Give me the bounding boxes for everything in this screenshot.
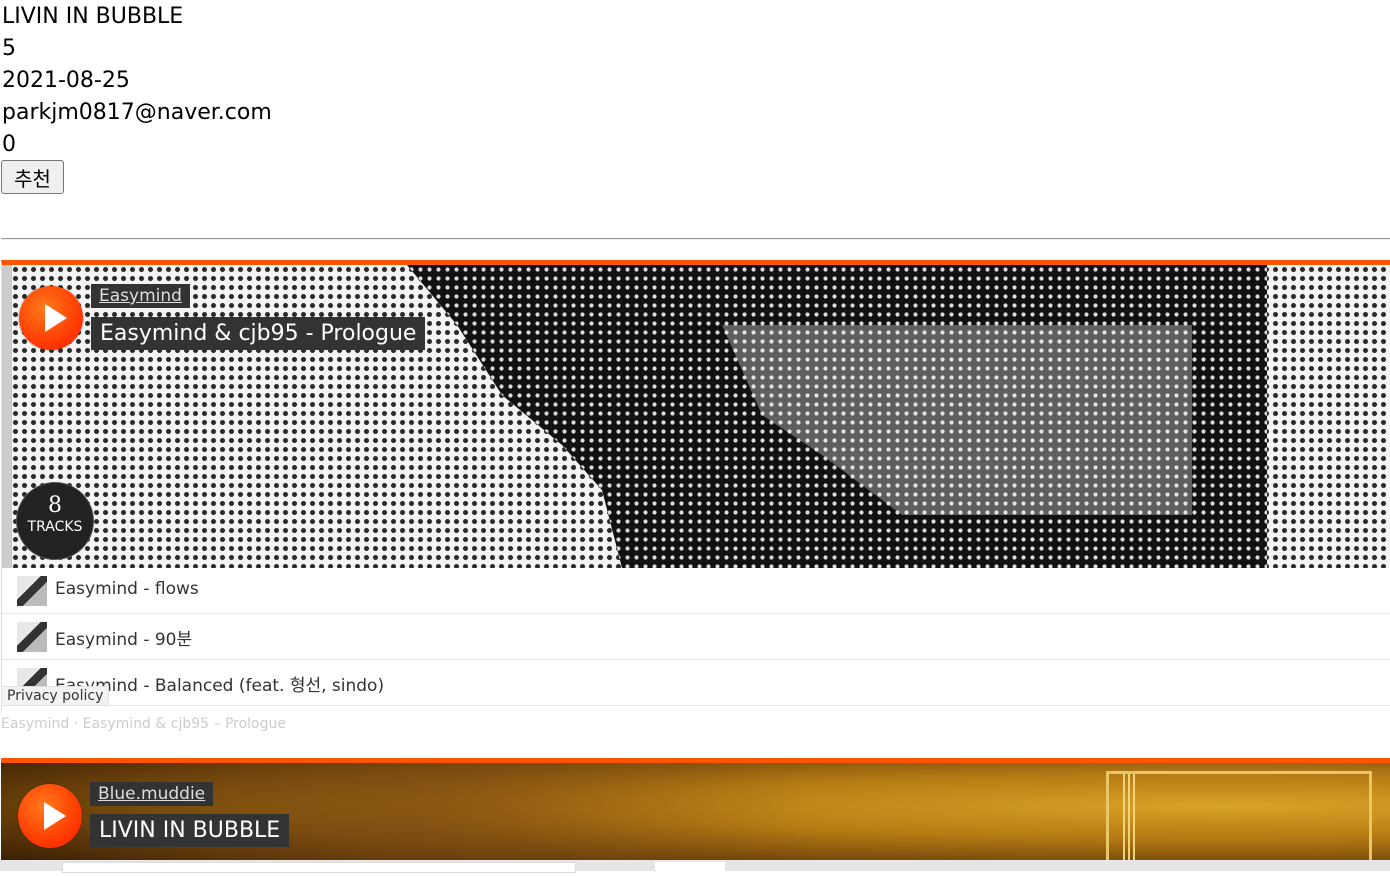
set-title-link[interactable]: Easymind & cjb95 - Prologue xyxy=(91,317,426,350)
play-icon[interactable] xyxy=(19,286,83,350)
track-artwork xyxy=(17,622,47,652)
artwork-overlay xyxy=(2,265,1267,568)
track-name: Easymind - 90분 xyxy=(55,630,193,650)
track-row[interactable]: Easymind - flows xyxy=(2,568,1390,614)
widget-credit: Easymind · Easymind & cjb95 – Prologue xyxy=(1,716,286,732)
tracks-label: TRACKS xyxy=(27,519,83,535)
tracks-count-badge: 8 TRACKS xyxy=(17,483,93,559)
divider xyxy=(1,238,1390,240)
track-list: Easymind - flows Easymind - 90분 Easymind… xyxy=(2,568,1390,706)
track-artwork xyxy=(17,576,47,606)
track-row[interactable]: Easymind - 90분 xyxy=(2,614,1390,660)
artist-link[interactable]: Blue.muddie xyxy=(90,782,214,806)
privacy-policy-link[interactable]: Privacy policy xyxy=(1,686,110,706)
play-icon[interactable] xyxy=(18,784,82,848)
soundcloud-player-1: Easymind Easymind & cjb95 - Prologue 8 T… xyxy=(1,260,1390,713)
tracks-count: 8 xyxy=(48,493,62,518)
set-title-link[interactable]: LIVIN IN BUBBLE xyxy=(90,814,290,847)
scrollbar-thumb-secondary[interactable] xyxy=(655,862,725,871)
artist-link[interactable]: Easymind xyxy=(91,284,190,308)
track-row[interactable]: Easymind - Balanced (feat. 형선, sindo) xyxy=(2,660,1390,706)
post-title: LIVIN IN BUBBLE xyxy=(2,4,184,29)
scrollbar-thumb[interactable] xyxy=(62,862,576,873)
post-count: 5 xyxy=(2,36,16,61)
soundcloud-player-2: Blue.muddie LIVIN IN BUBBLE xyxy=(1,758,1390,876)
artwork-frame xyxy=(1106,771,1372,869)
post-votes: 0 xyxy=(2,132,16,157)
credit-title-link[interactable]: Easymind & cjb95 – Prologue xyxy=(83,716,286,732)
credit-user-link[interactable]: Easymind xyxy=(1,716,69,732)
track-name: Easymind - flows xyxy=(55,579,199,599)
recommend-button[interactable]: 추천 xyxy=(1,160,64,194)
credit-separator: · xyxy=(69,716,83,732)
post-date: 2021-08-25 xyxy=(2,68,130,93)
post-email: parkjm0817@naver.com xyxy=(2,100,272,125)
